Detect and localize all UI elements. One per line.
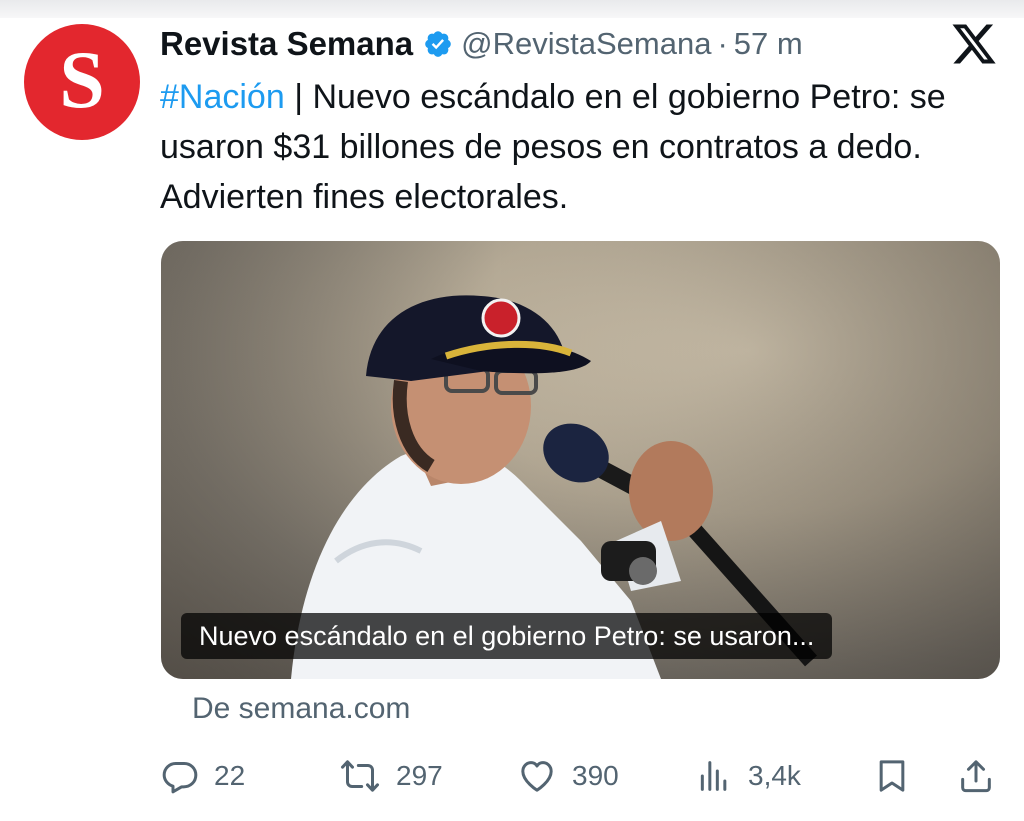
repost-count: 297 <box>396 760 443 791</box>
reply-button[interactable]: 22 <box>160 752 245 800</box>
bookmark-button[interactable] <box>872 752 912 800</box>
reply-count: 22 <box>214 760 246 791</box>
link-card-image[interactable]: Nuevo escándalo en el gobierno Petro: se… <box>161 241 1000 679</box>
avatar-letter: S <box>59 34 105 125</box>
verified-badge-icon <box>423 29 453 59</box>
avatar[interactable]: S <box>24 24 140 140</box>
like-count: 390 <box>572 760 619 791</box>
analytics-icon <box>694 756 734 796</box>
tweet-timestamp[interactable]: 57 m <box>734 26 803 62</box>
tweet-text: #Nación | Nuevo escándalo en el gobierno… <box>160 72 980 222</box>
repost-button[interactable]: 297 <box>338 752 443 800</box>
bookmark-icon <box>872 756 912 796</box>
x-logo-icon <box>950 20 998 68</box>
repost-icon <box>338 756 382 796</box>
author-name[interactable]: Revista Semana <box>160 25 413 63</box>
like-button[interactable]: 390 <box>516 752 619 800</box>
tweet-header: Revista Semana @RevistaSemana · 57 m <box>160 22 803 66</box>
share-icon <box>956 756 996 796</box>
views-count: 3,4k <box>748 760 801 791</box>
tweet-actions-bar: 22 297 390 3,4k <box>160 752 1000 800</box>
reply-icon <box>160 756 200 796</box>
author-handle[interactable]: @RevistaSemana <box>461 26 711 62</box>
previous-tweet-fade <box>0 0 1024 18</box>
views-button[interactable]: 3,4k <box>694 752 801 800</box>
heart-icon <box>516 756 558 796</box>
hashtag-link[interactable]: #Nación <box>160 78 285 116</box>
share-button[interactable] <box>956 752 996 800</box>
header-separator: · <box>717 26 728 61</box>
link-card-caption: Nuevo escándalo en el gobierno Petro: se… <box>181 613 833 659</box>
link-card-source[interactable]: De semana.com <box>192 692 410 726</box>
